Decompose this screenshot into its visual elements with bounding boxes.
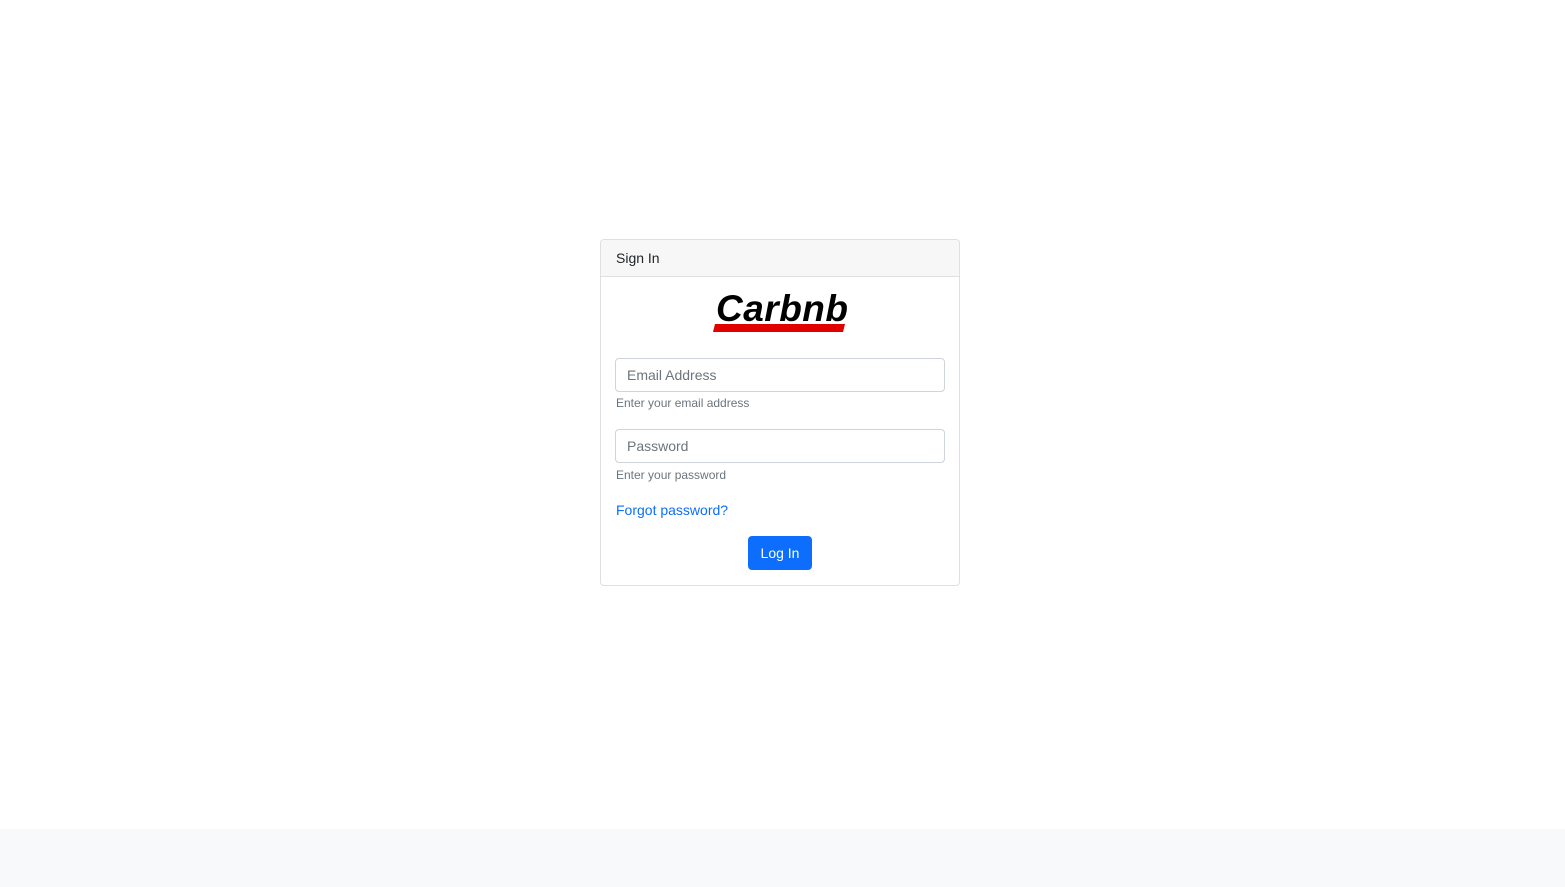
password-help-text: Enter your password <box>616 468 727 482</box>
email-input[interactable] <box>615 358 945 392</box>
page: Sign In Carbnb Enter your email address … <box>0 0 1565 887</box>
forgot-password-link[interactable]: Forgot password? <box>616 502 728 518</box>
sign-in-card: Sign In Carbnb Enter your email address … <box>600 239 960 586</box>
page-footer <box>0 829 1565 887</box>
card-header: Sign In <box>601 240 959 277</box>
logo-text: Carbnb <box>716 288 849 329</box>
email-help-text: Enter your email address <box>616 396 750 410</box>
carbnb-logo: Carbnb <box>713 288 850 335</box>
password-input[interactable] <box>615 429 945 463</box>
card-title: Sign In <box>616 250 660 266</box>
login-button[interactable]: Log In <box>748 536 812 570</box>
